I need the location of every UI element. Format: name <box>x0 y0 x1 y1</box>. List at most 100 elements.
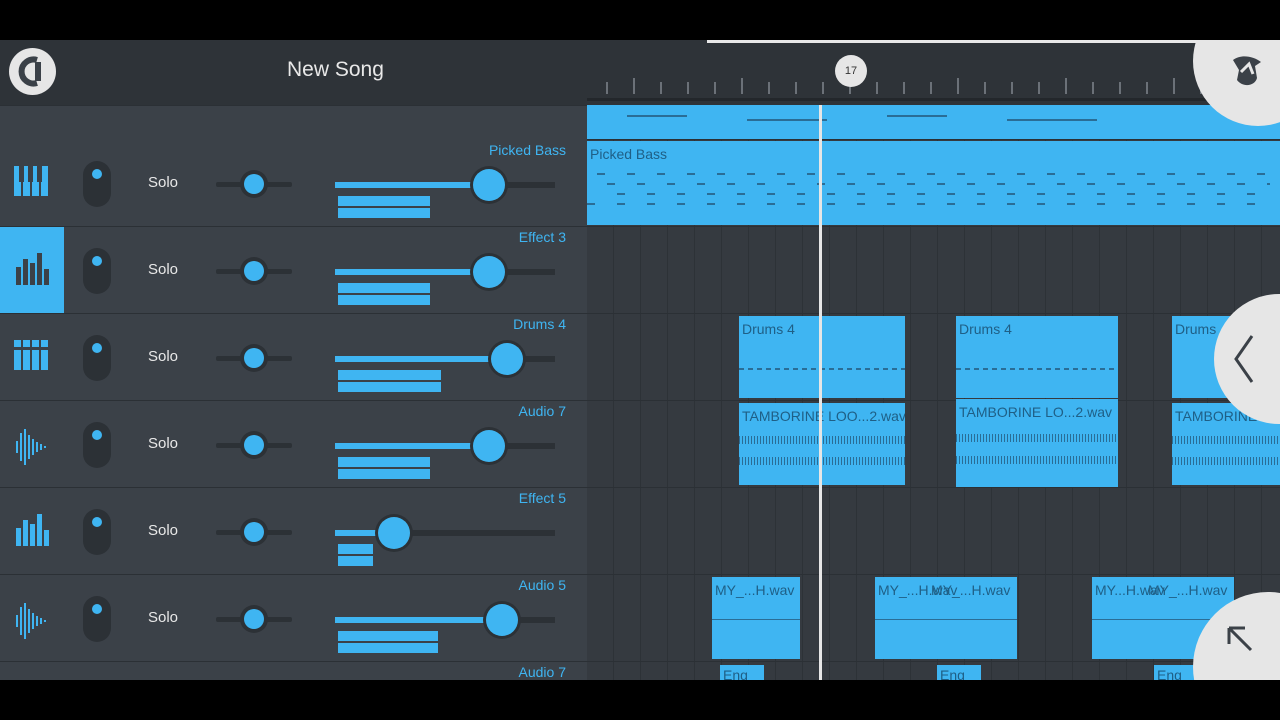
pan-knob[interactable] <box>244 174 264 194</box>
volume-knob[interactable] <box>473 169 505 201</box>
level-meter <box>338 457 430 467</box>
level-meter <box>338 196 430 206</box>
track-row[interactable]: Solo Effect 3 <box>0 227 587 314</box>
lane-row[interactable] <box>587 488 1280 575</box>
solo-button[interactable]: Solo <box>148 522 178 539</box>
clip-label: Picked Bass <box>590 146 668 162</box>
track-name[interactable]: Picked Bass <box>489 142 566 158</box>
volume-knob[interactable] <box>473 256 505 288</box>
clip[interactable] <box>587 105 1280 139</box>
volume-knob[interactable] <box>491 343 523 375</box>
piano-icon[interactable] <box>0 140 64 226</box>
clip-eng[interactable]: Eng <box>720 665 764 680</box>
clip-eng[interactable]: Eng <box>1154 665 1198 680</box>
volume-fill <box>335 617 502 623</box>
pan-knob[interactable] <box>244 522 264 542</box>
track-name[interactable]: Effect 3 <box>519 229 566 245</box>
clip-label: MY_...H.wav <box>931 582 1011 598</box>
mute-toggle[interactable] <box>83 248 111 294</box>
waveform-icon[interactable] <box>0 575 64 661</box>
equalizer-icon[interactable] <box>0 488 64 574</box>
pan-knob[interactable] <box>244 261 264 281</box>
mute-toggle[interactable] <box>83 161 111 207</box>
waveform-icon[interactable] <box>0 401 64 487</box>
track-row[interactable]: Solo Audio 7 <box>0 401 587 488</box>
drum-pads-icon[interactable] <box>0 314 64 400</box>
track-row[interactable]: Solo Picked Bass <box>0 140 587 227</box>
solo-button[interactable]: Solo <box>148 609 178 626</box>
clip-drums-4[interactable]: Drums 4 <box>739 316 905 398</box>
lane-row[interactable]: TAMBORINE LOO...2.wav TAMBORINE LO...2.w… <box>587 399 1280 488</box>
level-meter <box>338 295 430 305</box>
lane-row[interactable]: Picked Bass <box>587 140 1280 227</box>
clip-label: Eng <box>940 667 965 680</box>
clip-label: Drums 4 <box>959 321 1012 337</box>
clip-label: Eng <box>1157 667 1182 680</box>
playhead-position-badge[interactable]: 17 <box>835 55 867 87</box>
volume-fill <box>335 356 507 362</box>
level-meter <box>338 469 430 479</box>
track-name[interactable]: Audio 7 <box>519 664 566 680</box>
daw-app: New Song 17 Solo Picked Bass Solo Effect… <box>0 40 1280 680</box>
clip-label: TAMBORINE LO...2.wav <box>959 404 1112 420</box>
solo-button[interactable]: Solo <box>148 348 178 365</box>
lane-row[interactable]: Eng Eng Eng <box>587 662 1280 680</box>
volume-fill <box>335 269 489 275</box>
clip-tamborine[interactable]: TAMBORINE LO...2.wav <box>956 399 1118 487</box>
track-row[interactable]: Solo Effect 5 <box>0 488 587 575</box>
pan-knob[interactable] <box>244 348 264 368</box>
clip-label: Eng <box>723 667 748 680</box>
clip-label: MY_...H.wav <box>1148 582 1228 598</box>
lane-row[interactable]: Drums 4 Drums 4 Drums <box>587 314 1280 401</box>
timeline-ruler[interactable]: 17 <box>587 40 1280 105</box>
volume-knob[interactable] <box>378 517 410 549</box>
song-title[interactable]: New Song <box>287 58 384 82</box>
track-row[interactable]: Solo Drums 4 <box>0 314 587 401</box>
track-row[interactable]: Audio 7 <box>0 662 587 680</box>
playhead-line[interactable] <box>819 105 822 680</box>
clip-my-wav[interactable]: MY_...H.wav MY_...H.wav <box>875 577 1017 659</box>
fl-menu-icon[interactable] <box>9 48 56 95</box>
volume-knob[interactable] <box>473 430 505 462</box>
waveform-icon[interactable] <box>0 662 64 680</box>
clip-eng[interactable]: Eng <box>937 665 981 680</box>
mute-toggle[interactable] <box>83 596 111 642</box>
equalizer-icon[interactable] <box>0 227 64 313</box>
clip-drums-4[interactable]: Drums 4 <box>956 316 1118 398</box>
level-meter <box>338 370 441 380</box>
mute-toggle[interactable] <box>83 509 111 555</box>
track-name[interactable]: Drums 4 <box>513 316 566 332</box>
clip-label: Drums 4 <box>742 321 795 337</box>
volume-fill <box>335 443 489 449</box>
track-name[interactable]: Effect 5 <box>519 490 566 506</box>
level-meter <box>338 643 438 653</box>
header-bar: New Song <box>0 40 587 105</box>
pan-knob[interactable] <box>244 609 264 629</box>
level-meter <box>338 544 373 554</box>
solo-button[interactable]: Solo <box>148 174 178 191</box>
track-name[interactable]: Audio 5 <box>519 577 566 593</box>
mute-toggle[interactable] <box>83 422 111 468</box>
lane-row[interactable] <box>587 227 1280 314</box>
mute-toggle[interactable] <box>83 335 111 381</box>
track-row[interactable]: Solo Audio 5 <box>0 575 587 662</box>
level-meter <box>338 631 438 641</box>
track-name[interactable]: Audio 7 <box>519 403 566 419</box>
ruler-ticks <box>587 78 1280 101</box>
lane-row[interactable] <box>587 105 1280 140</box>
clip-picked-bass[interactable]: Picked Bass <box>587 141 1280 225</box>
level-meter <box>338 283 430 293</box>
lane-row[interactable]: MY_...H.wav MY_...H.wav MY_...H.wav MY..… <box>587 575 1280 662</box>
level-meter <box>338 208 430 218</box>
level-meter <box>338 556 373 566</box>
clip-label: TAMBORINE LOO...2.wav <box>742 408 905 424</box>
clip-my-wav[interactable]: MY_...H.wav <box>712 577 800 659</box>
volume-knob[interactable] <box>486 604 518 636</box>
solo-button[interactable]: Solo <box>148 261 178 278</box>
pan-knob[interactable] <box>244 435 264 455</box>
clip-tamborine[interactable]: TAMBORINE LOO...2.wav <box>739 403 905 485</box>
volume-fill <box>335 182 489 188</box>
clip-label: Drums <box>1175 321 1217 337</box>
clip-label: MY_...H.wav <box>715 582 795 598</box>
solo-button[interactable]: Solo <box>148 435 178 452</box>
